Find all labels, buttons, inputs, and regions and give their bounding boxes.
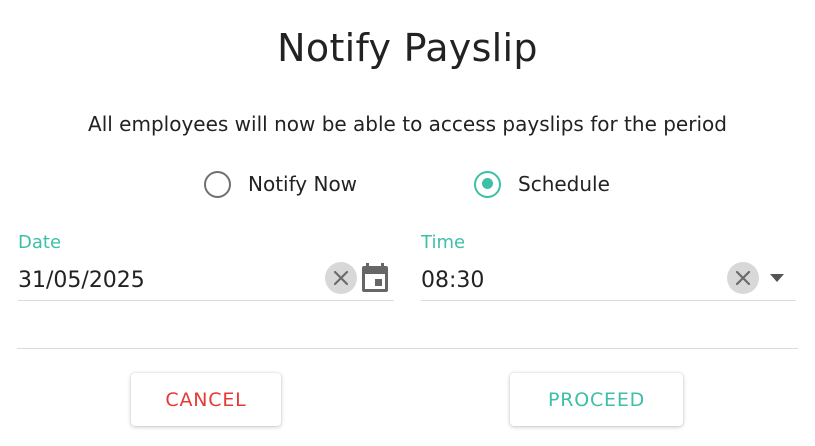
radio-dot — [481, 178, 493, 189]
radio-checked-icon[interactable] — [474, 170, 501, 198]
time-field[interactable]: Time 08:30 — [421, 232, 796, 301]
radio-unchecked-icon[interactable] — [204, 170, 231, 198]
schedule-radio[interactable]: Schedule — [474, 167, 610, 201]
dialog-subtitle: All employees will now be able to access… — [88, 112, 727, 136]
date-field[interactable]: Date 31/05/2025 — [18, 232, 394, 301]
close-icon — [735, 270, 751, 286]
schedule-label: Schedule — [518, 172, 610, 196]
cancel-button[interactable]: CANCEL — [131, 373, 281, 426]
time-input[interactable]: 08:30 — [421, 268, 484, 293]
dialog-title: Notify Payslip — [277, 26, 538, 70]
notify-now-radio[interactable]: Notify Now — [204, 167, 357, 201]
close-icon — [333, 270, 349, 286]
date-picker-button[interactable] — [360, 262, 390, 294]
calendar-icon — [362, 263, 388, 292]
date-label: Date — [18, 232, 62, 253]
time-dropdown-button[interactable] — [765, 268, 789, 288]
time-label: Time — [421, 232, 466, 253]
notify-now-label: Notify Now — [248, 172, 358, 196]
arrow-drop-down-icon — [770, 274, 784, 282]
time-clear-button[interactable] — [727, 262, 759, 294]
proceed-button[interactable]: PROCEED — [510, 373, 683, 426]
date-input[interactable]: 31/05/2025 — [18, 268, 145, 293]
divider — [17, 348, 798, 349]
date-clear-button[interactable] — [325, 262, 357, 294]
